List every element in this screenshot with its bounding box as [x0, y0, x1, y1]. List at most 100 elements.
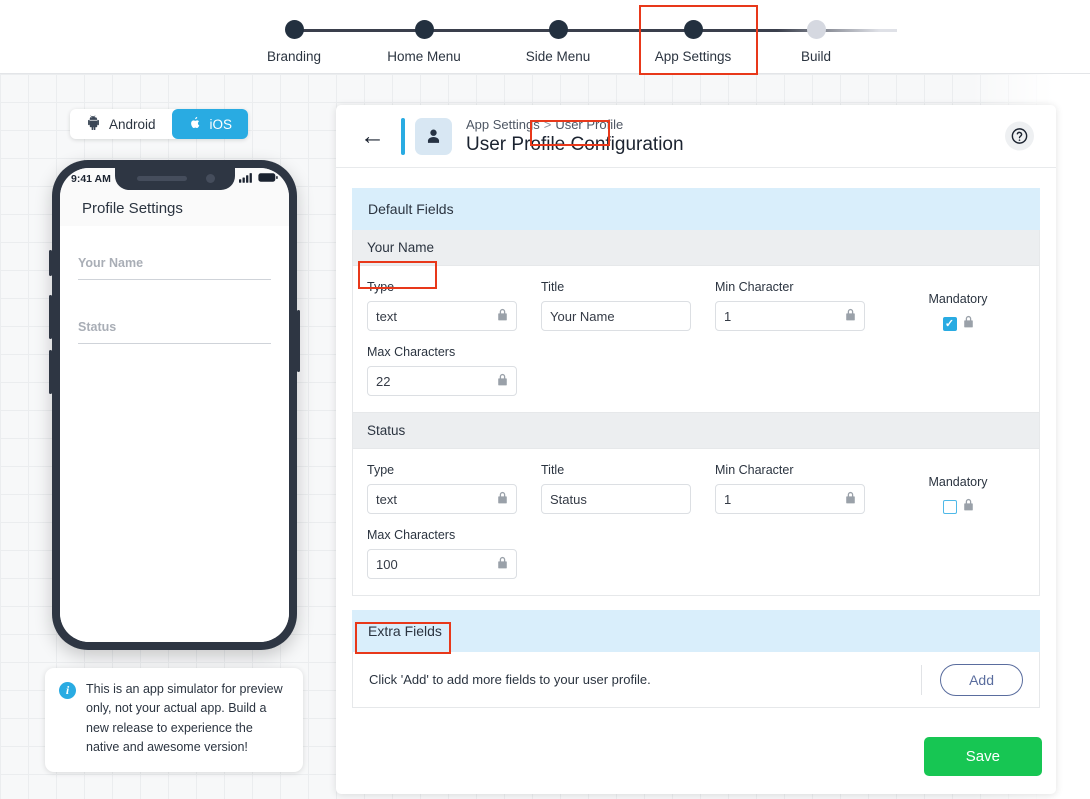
- info-icon: i: [59, 682, 76, 699]
- step-home-menu[interactable]: Home Menu: [369, 20, 479, 64]
- mandatory-checkbox[interactable]: [942, 500, 957, 514]
- field-input-min-character[interactable]: 1: [715, 301, 865, 331]
- field-input-max-characters[interactable]: 22: [367, 366, 517, 396]
- field-input-min-character[interactable]: 1: [715, 484, 865, 514]
- phone-simulator: 9:41 AM Profile Settings Your Name Statu…: [49, 160, 300, 650]
- field-label-type: Type: [367, 280, 395, 294]
- phone-volume-down-button: [49, 350, 52, 394]
- field-label-min-character: Min Character: [715, 280, 794, 294]
- panel-header-text: App Settings > User Profile User Profile…: [466, 117, 684, 156]
- lock-icon: [497, 556, 508, 572]
- step-dot-build: [806, 20, 826, 39]
- phone-field-status[interactable]: Status: [78, 320, 271, 344]
- field-label-min-character: Min Character: [715, 463, 794, 477]
- platform-option-android[interactable]: Android: [70, 109, 172, 139]
- help-icon[interactable]: [1005, 121, 1034, 151]
- field-type-your-name: Type text: [367, 280, 517, 331]
- phone-camera: [205, 174, 215, 183]
- field-label-max-characters: Max Characters: [367, 345, 456, 359]
- mandatory-control-status: Mandatory: [903, 475, 1013, 516]
- lock-icon: [963, 315, 974, 333]
- platform-toggle[interactable]: Android iOS: [70, 109, 249, 139]
- panel-header: ← App Settings > User Profile User Profi…: [336, 105, 1056, 168]
- field-value-max-characters: 22: [376, 373, 391, 389]
- header-accent-bar: [401, 117, 405, 155]
- lock-icon: [845, 308, 856, 324]
- signal-icon: [239, 170, 254, 188]
- phone-screen: 9:41 AM Profile Settings Your Name Statu…: [60, 168, 289, 642]
- phone-field-underline: [78, 343, 271, 344]
- field-label-title: Title: [541, 463, 565, 477]
- phone-status-indicators: [239, 170, 278, 188]
- platform-option-ios[interactable]: iOS: [171, 109, 249, 139]
- mandatory-checkbox[interactable]: ✓: [942, 317, 957, 331]
- check-icon: ✓: [944, 317, 955, 330]
- lock-icon: [845, 491, 856, 507]
- step-dot-side-menu: [548, 20, 568, 39]
- mandatory-label: Mandatory: [928, 475, 988, 489]
- phone-mute-button: [49, 250, 52, 276]
- phone-notch: [114, 168, 235, 190]
- lock-icon: [963, 498, 974, 516]
- lock-icon: [497, 373, 508, 389]
- field-input-max-characters[interactable]: 100: [367, 549, 517, 579]
- android-icon: [86, 115, 101, 133]
- mandatory-label: Mandatory: [928, 292, 988, 306]
- field-value-type: text: [376, 308, 397, 324]
- field-input-title[interactable]: Your Name: [541, 301, 691, 331]
- field-value-type: text: [376, 491, 397, 507]
- extra-fields-row: Click 'Add' to add more fields to your u…: [352, 652, 1040, 708]
- field-group-body-your-name: Type text Title Your Name Min Character …: [353, 266, 1039, 412]
- field-input-type[interactable]: text: [367, 301, 517, 331]
- step-label-app-settings: App Settings: [654, 49, 732, 64]
- field-value-min-character: 1: [724, 491, 732, 507]
- step-app-settings[interactable]: App Settings: [638, 20, 748, 64]
- field-group-your-name: Your Name Type text Title Your Name Min …: [352, 230, 1040, 413]
- field-min-status: Min Character 1: [715, 463, 865, 514]
- progress-stepper-bar: Branding Home Menu Side Menu App Setting…: [0, 0, 1090, 74]
- field-label-type: Type: [367, 463, 395, 477]
- progress-stepper: Branding Home Menu Side Menu App Setting…: [255, 20, 897, 66]
- apple-icon: [188, 115, 202, 134]
- breadcrumb-separator: >: [543, 116, 552, 132]
- phone-field-label-your-name: Your Name: [78, 256, 144, 270]
- field-title-your-name: Title Your Name: [541, 280, 691, 331]
- user-profile-icon: [415, 117, 452, 155]
- field-group-title-your-name: Your Name: [353, 230, 1039, 266]
- user-profile-configuration-panel: ← App Settings > User Profile User Profi…: [336, 105, 1056, 794]
- section-header-extra-fields: Extra Fields: [352, 610, 1040, 652]
- field-max-your-name: Max Characters 22: [367, 345, 517, 396]
- field-value-title: Your Name: [550, 308, 615, 324]
- step-build[interactable]: Build: [761, 20, 871, 64]
- field-row-secondary: Max Characters 22: [367, 345, 1025, 396]
- field-group-body-status: Type text Title Status Min Character 1 M…: [353, 449, 1039, 595]
- phone-form-body: Your Name Status: [60, 226, 289, 642]
- field-value-min-character: 1: [724, 308, 732, 324]
- panel-body: Default Fields Your Name Type text Title…: [336, 168, 1056, 794]
- field-input-title[interactable]: Status: [541, 484, 691, 514]
- mandatory-row: ✓: [903, 315, 1013, 333]
- step-branding[interactable]: Branding: [239, 20, 349, 64]
- step-label-home-menu: Home Menu: [387, 49, 461, 64]
- field-input-type[interactable]: text: [367, 484, 517, 514]
- breadcrumb-current[interactable]: User Profile: [555, 117, 623, 132]
- phone-volume-up-button: [49, 295, 52, 339]
- breadcrumb-parent[interactable]: App Settings: [466, 117, 540, 132]
- step-side-menu[interactable]: Side Menu: [503, 20, 613, 64]
- add-field-button[interactable]: Add: [940, 663, 1023, 696]
- field-label-title: Title: [541, 280, 565, 294]
- phone-field-label-status: Status: [78, 320, 117, 334]
- back-arrow-icon[interactable]: ←: [360, 123, 385, 149]
- save-button[interactable]: Save: [923, 737, 1042, 776]
- mandatory-row: [903, 498, 1013, 516]
- field-value-title: Status: [550, 491, 587, 507]
- step-label-side-menu: Side Menu: [525, 49, 591, 64]
- phone-status-time: 9:41 AM: [71, 173, 111, 185]
- phone-field-your-name[interactable]: Your Name: [78, 256, 271, 280]
- page-title: User Profile Configuration: [466, 133, 684, 155]
- battery-icon: [258, 170, 278, 188]
- platform-label-android: Android: [109, 116, 156, 132]
- step-dot-app-settings: [683, 20, 703, 39]
- extra-fields-actions: Add: [921, 663, 1023, 696]
- step-label-build: Build: [800, 49, 832, 64]
